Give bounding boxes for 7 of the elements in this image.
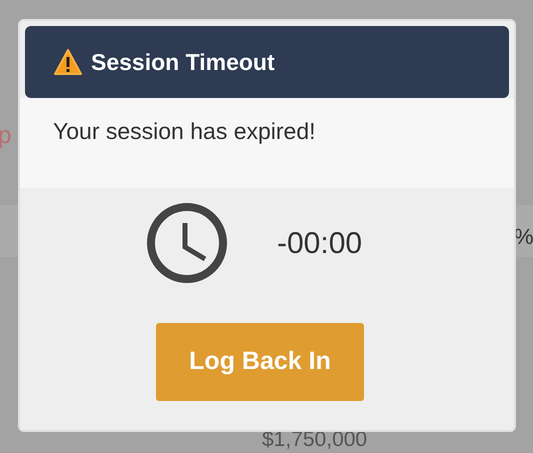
dialog-title: Session Timeout xyxy=(91,48,275,77)
log-back-in-button[interactable]: Log Back In xyxy=(156,323,364,401)
message-text: Your session has expired! xyxy=(53,118,316,144)
amount-text: $1,750,000 xyxy=(262,428,368,452)
countdown-text: -00:00 xyxy=(277,226,362,262)
warning-icon xyxy=(53,48,83,76)
clock-icon xyxy=(145,201,229,285)
